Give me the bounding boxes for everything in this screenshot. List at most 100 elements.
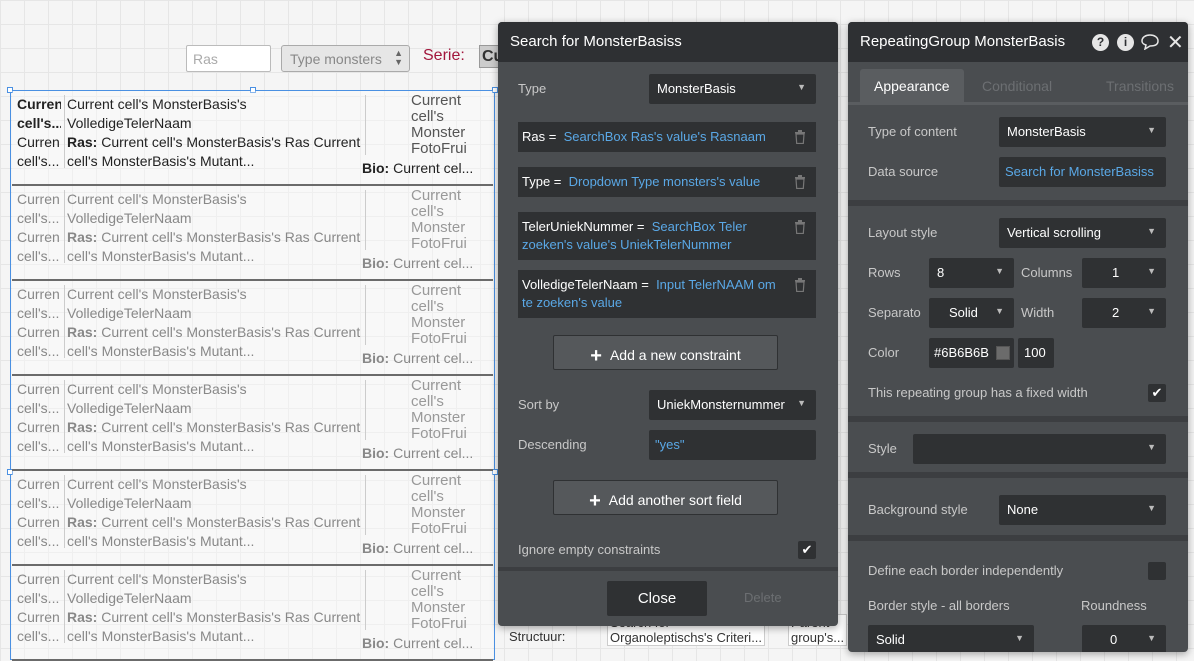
separator-dropdown[interactable]: Solid ▼ xyxy=(929,298,1014,328)
rows-dropdown[interactable]: 8 ▼ xyxy=(929,258,1014,288)
cell-divider xyxy=(64,95,65,168)
bio-label: Bio: xyxy=(362,160,390,176)
rg-cell[interactable]: Curren cell's... Curren cell's... Current ce… xyxy=(12,186,493,281)
tab-transitions[interactable]: Transitions xyxy=(1092,69,1188,102)
cell-divider xyxy=(365,570,366,630)
bio-label: Bio: xyxy=(362,350,390,366)
roundness-field[interactable]: 0 ▼ xyxy=(1082,625,1166,652)
chevron-down-icon: ▼ xyxy=(1147,226,1156,236)
background-style-dropdown[interactable]: None ▼ xyxy=(999,495,1166,525)
cell-divider xyxy=(64,380,65,453)
ignore-empty-label: Ignore empty constraints xyxy=(518,542,661,557)
type-monsters-dropdown[interactable]: Type monsters ▲ ▼ xyxy=(281,45,410,72)
rg-cell[interactable]: Curren cell's... Curren cell's... Current ce… xyxy=(12,471,493,566)
border-style-dropdown[interactable]: Solid ▼ xyxy=(868,625,1034,652)
delete-button[interactable]: Delete xyxy=(744,590,782,605)
ras-label: Ras: xyxy=(67,134,98,150)
color-label: Color xyxy=(868,345,900,360)
repeating-group-monsterbasis[interactable]: Curren cell's... Curren cell's... Current ce… xyxy=(7,87,498,661)
ignore-empty-checkbox[interactable]: ✔ xyxy=(798,541,816,559)
columns-dropdown[interactable]: 1 ▼ xyxy=(1082,258,1166,288)
opacity-field[interactable]: 100 xyxy=(1018,338,1054,368)
rg-cell[interactable]: Curren cell's... Curren cell's... Current ce… xyxy=(12,376,493,471)
constraint-key: Ras = xyxy=(522,129,557,144)
fixed-width-checkbox[interactable]: ✔ xyxy=(1148,384,1166,402)
bio-label: Bio: xyxy=(362,540,390,556)
chevron-down-icon: ▼ xyxy=(1015,633,1024,643)
color-field[interactable]: #6B6B6B xyxy=(929,338,1014,368)
trash-icon[interactable] xyxy=(794,175,808,190)
add-constraint-label: Add a new constraint xyxy=(609,347,741,363)
constraint-value[interactable]: Dropdown Type monsters's value xyxy=(569,174,761,189)
width-dropdown[interactable]: 2 ▼ xyxy=(1082,298,1166,328)
ras-text: Current cell's MonsterBasis's Ras Curren… xyxy=(67,134,361,169)
cell-name-text: Current cell's MonsterBasis's VolledigeTe… xyxy=(67,571,361,644)
type-of-content-value: MonsterBasis xyxy=(1007,124,1086,139)
search-constraint[interactable]: Ras = SearchBox Ras's value's Rasnaam xyxy=(518,122,816,152)
layout-style-value: Vertical scrolling xyxy=(1007,225,1101,240)
chevron-down-icon: ▼ xyxy=(995,306,1004,316)
cell-divider xyxy=(64,190,65,263)
section-divider xyxy=(848,200,1188,206)
rg-panel-header[interactable]: RepeatingGroup MonsterBasis ? i ✕ xyxy=(848,22,1188,62)
border-independent-checkbox[interactable] xyxy=(1148,562,1166,580)
trash-icon[interactable] xyxy=(794,278,808,293)
search-constraint[interactable]: Type = Dropdown Type monsters's value xyxy=(518,167,816,197)
add-sort-field-button[interactable]: + Add another sort field xyxy=(553,480,778,515)
ras-text: Current cell's MonsterBasis's Ras Curren… xyxy=(67,609,361,644)
bio-label: Bio: xyxy=(362,255,390,271)
chevron-down-icon: ▼ xyxy=(1147,633,1156,643)
chevron-down-icon: ▼ xyxy=(797,398,806,408)
constraint-value[interactable]: SearchBox Ras's value's Rasnaam xyxy=(564,129,766,144)
help-icon[interactable]: ? xyxy=(1092,34,1109,51)
cell-name-text: Current cell's MonsterBasis's VolledigeTe… xyxy=(67,286,361,359)
tab-appearance[interactable]: Appearance xyxy=(860,69,964,102)
chevron-down-icon: ▼ xyxy=(1147,442,1156,452)
serie-label: Serie: xyxy=(423,47,465,64)
opacity-value: 100 xyxy=(1024,345,1046,360)
rg-cell[interactable]: Curren cell's... Curren cell's... Current ce… xyxy=(12,566,493,661)
separator-label: Separato xyxy=(868,305,921,320)
data-source-label: Data source xyxy=(868,164,939,179)
style-dropdown[interactable]: ▼ xyxy=(913,434,1166,464)
info-icon[interactable]: i xyxy=(1117,34,1134,51)
constraint-key: VolledigeTelerNaam = xyxy=(522,277,649,292)
cell-photo-text: Current cell's Monster FotoFrui xyxy=(411,568,467,632)
trash-icon[interactable] xyxy=(794,220,808,235)
comment-icon[interactable] xyxy=(1140,34,1160,51)
bio-text: Current cel... xyxy=(393,350,474,366)
type-dropdown[interactable]: MonsterBasis ▼ xyxy=(649,74,816,104)
rows-value: 8 xyxy=(937,265,945,280)
close-icon[interactable]: ✕ xyxy=(1167,30,1184,55)
ras-search-input[interactable]: Ras xyxy=(186,45,271,72)
type-of-content-dropdown[interactable]: MonsterBasis ▼ xyxy=(999,117,1166,147)
layout-style-dropdown[interactable]: Vertical scrolling ▼ xyxy=(999,218,1166,248)
search-panel-header[interactable]: Search for MonsterBasiss xyxy=(498,22,838,62)
bio-text: Current cel... xyxy=(393,255,474,271)
separator-value: Solid xyxy=(949,305,978,320)
ras-text: Current cell's MonsterBasis's Ras Curren… xyxy=(67,324,361,359)
add-constraint-button[interactable]: + Add a new constraint xyxy=(553,335,778,370)
close-button[interactable]: Close xyxy=(607,581,707,616)
trash-icon[interactable] xyxy=(794,130,808,145)
cell-bio-text: Bio: Current cel... xyxy=(362,539,473,558)
type-monsters-label: Type monsters xyxy=(290,51,382,67)
data-source-field[interactable]: Search for MonsterBasiss xyxy=(999,157,1166,187)
width-value: 2 xyxy=(1112,305,1120,320)
cell-id-text: Curren cell's... Curren cell's... xyxy=(17,191,60,264)
descending-label: Descending xyxy=(518,437,587,452)
chevron-down-icon: ▼ xyxy=(1147,306,1156,316)
width-label: Width xyxy=(1021,305,1055,320)
chevron-down-icon: ▼ xyxy=(1147,266,1156,276)
color-swatch[interactable] xyxy=(996,346,1010,360)
descending-field[interactable]: "yes" xyxy=(649,430,816,460)
rg-cell[interactable]: Curren cell's... Curren cell's... Current ce… xyxy=(12,281,493,376)
cell-photo-text: Current cell's Monster FotoFrui xyxy=(411,473,467,537)
tab-conditional[interactable]: Conditional xyxy=(968,69,1066,102)
search-constraint[interactable]: TelerUniekNummer = SearchBox Teler zoeke… xyxy=(518,212,816,260)
search-constraint[interactable]: VolledigeTelerNaam = Input TelerNAAM om … xyxy=(518,270,816,318)
cell-name-text: Current cell's MonsterBasis's VolledigeTe… xyxy=(67,96,361,169)
rg-cell[interactable]: Curren cell's... Curren cell's... Current ce… xyxy=(12,91,493,186)
sort-by-dropdown[interactable]: UniekMonsternummer ▼ xyxy=(649,390,816,420)
add-sort-label: Add another sort field xyxy=(608,492,742,508)
